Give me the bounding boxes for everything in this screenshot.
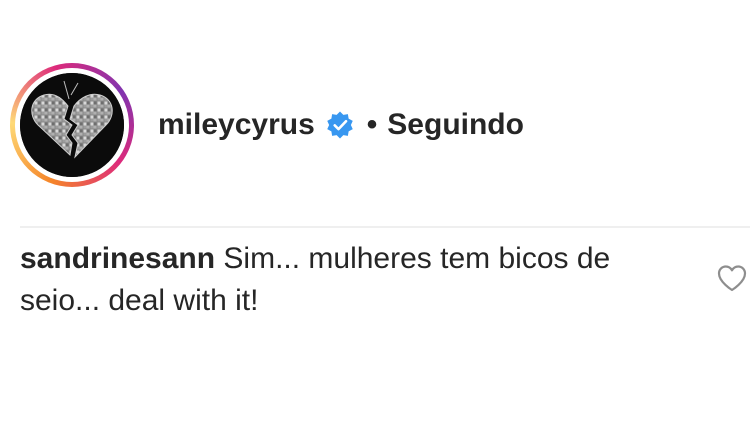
divider	[20, 226, 750, 228]
heart-outline-icon[interactable]	[716, 263, 748, 293]
comment: sandrinesann Sim... mulheres tem bicos d…	[20, 238, 670, 322]
following-button[interactable]: Seguindo	[387, 110, 524, 140]
post-header: mileycyrus • Seguindo	[10, 62, 524, 188]
post-author-username[interactable]: mileycyrus	[158, 110, 315, 140]
avatar[interactable]	[20, 73, 124, 177]
broken-disco-heart-icon	[20, 73, 124, 177]
story-ring[interactable]	[10, 63, 134, 187]
comment-author-username[interactable]: sandrinesann	[20, 242, 215, 275]
header-text: mileycyrus • Seguindo	[158, 110, 524, 140]
instagram-comment-view: mileycyrus • Seguindo sandrinesann Sim..…	[0, 0, 750, 421]
verified-badge-icon	[325, 110, 355, 140]
separator-dot: •	[366, 108, 378, 141]
